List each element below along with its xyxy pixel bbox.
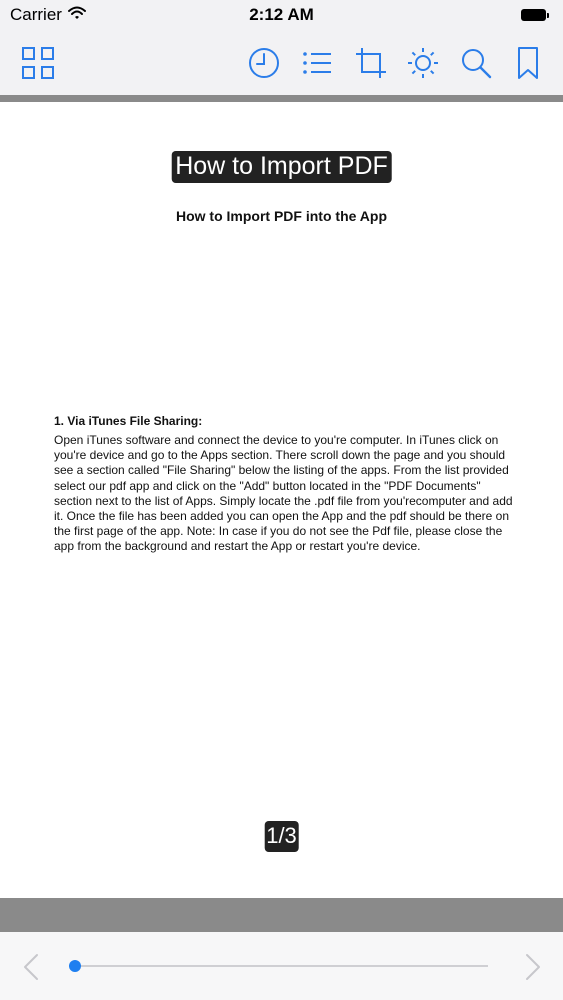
outline-button[interactable] [298,44,336,82]
bookmark-button[interactable] [509,44,547,82]
page-navigation-bar [0,932,563,1000]
previous-page-button[interactable] [18,952,44,982]
document-title: How to Import PDF [171,151,392,183]
search-button[interactable] [457,44,495,82]
list-icon [303,52,331,74]
next-page-button[interactable] [520,952,546,982]
search-icon [462,49,492,79]
bottom-divider [0,898,563,932]
chevron-right-icon [526,954,540,980]
page-slider-track[interactable] [74,965,488,967]
status-time: 2:12 AM [249,5,314,24]
clock-icon [249,48,279,78]
brightness-icon [408,48,438,78]
brightness-button[interactable] [404,44,442,82]
grid-button[interactable] [19,44,57,82]
section-heading: 1. Via iTunes File Sharing: [54,414,203,428]
status-bar: Carrier 2:12 AM [0,0,563,32]
battery-icon [521,8,551,22]
toolbar-divider [0,95,563,102]
top-chrome: Carrier 2:12 AM [0,0,563,95]
page-slider-thumb[interactable] [69,960,81,972]
body-paragraph: Open iTunes software and connect the dev… [54,433,513,554]
grid-icon [22,47,54,79]
toolbar [0,32,563,95]
document-heading: How to Import PDF into the App [175,208,387,224]
bookmark-icon [518,47,538,79]
crop-button[interactable] [352,44,390,82]
page-indicator: 1/3 [264,821,299,852]
crop-icon [356,48,386,78]
history-button[interactable] [245,44,283,82]
chevron-left-icon [24,954,38,980]
pdf-reader-screen: Carrier 2:12 AM How to Import PDF How to… [0,0,563,1000]
pdf-page[interactable]: How to Import PDF How to Import PDF into… [0,102,563,898]
